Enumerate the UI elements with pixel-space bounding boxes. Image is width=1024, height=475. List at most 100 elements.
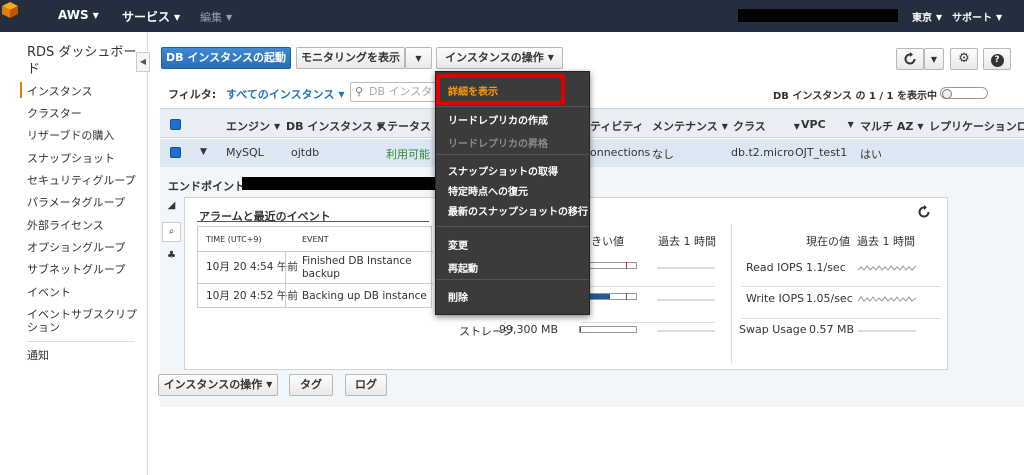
logs-button[interactable]: ログ [345,374,387,396]
col-status[interactable]: ステータス [376,118,431,134]
sidebar-item-events[interactable]: イベント [27,286,145,299]
events-divider [198,251,433,252]
sidebar-item-clusters[interactable]: クラスター [27,107,145,120]
panel-title-underline [197,221,429,222]
instance-count: DB インスタンス の 1 / 1 を表示中 [773,91,937,102]
sidebar-item-instances[interactable]: インスタンス [27,85,145,98]
search-placeholder: DB インスタ [369,85,433,98]
col-replication-role[interactable]: レプリケーションロ [929,118,1024,134]
cell-vpc: OJT_test1 [795,146,848,159]
chevron-left-icon: ◀ [139,57,147,66]
menu-item-modify[interactable]: 変更 [448,237,468,252]
write-iops-label: Write IOPS [746,292,805,305]
select-all-checkbox[interactable] [170,119,181,130]
col-db-instance[interactable]: DB インスタンス ▼ [286,118,383,134]
threshold-marker [626,293,627,300]
col-vpc[interactable]: VPC ▼ [801,118,854,131]
support-menu-label: サポート [952,13,992,24]
edit-menu[interactable]: 編集 ▼ [200,9,232,25]
menu-item-migrate-latest-snapshot[interactable]: 最新のスナップショットの移行 [448,203,588,218]
menu-item-delete[interactable]: 削除 [448,289,468,304]
sidebar-item-external-licenses[interactable]: 外部ライセンス [27,219,145,232]
refresh-options-dropdown[interactable]: ▼ [924,48,944,70]
sidebar-divider [27,341,135,342]
services-menu[interactable]: サービス ▼ [122,8,180,25]
col-class-label: クラス [733,120,766,133]
sidebar-item-option-groups[interactable]: オプショングループ [27,241,145,254]
swap-usage-label: Swap Usage [739,323,807,336]
sidebar-item-reserved-purchase[interactable]: リザーブドの購入 [27,129,145,142]
col-db-instance-label: DB インスタンス [286,120,373,133]
col-status-label: ステータス [376,120,431,133]
chevron-down-icon: ▼ [226,13,233,22]
monitoring-dropdown-button[interactable]: ▼ [405,47,432,69]
bottom-instance-actions-button[interactable]: インスタンスの操作 ▼ [158,374,278,396]
sidebar-item-parameter-groups[interactable]: パラメータグループ [27,196,145,209]
region-menu[interactable]: 東京 ▼ [912,9,942,24]
metrics-column-divider [731,224,732,364]
chart-view-tab[interactable]: ◢ [162,197,181,217]
refresh-icon [904,52,916,65]
filter-select[interactable]: すべてのインスタンス ▼ [226,86,345,102]
read-iops-label: Read IOPS [746,261,803,274]
chevron-down-icon: ▼ [547,53,554,62]
expand-row-icon[interactable]: ▼ [200,147,207,157]
metric-bar [585,293,637,300]
refresh-button[interactable] [896,48,924,70]
sidebar-item-snapshots[interactable]: スナップショット [27,152,145,165]
menu-divider [436,154,589,155]
menu-item-promote-read-replica: リードレプリカの昇格 [448,139,548,150]
aws-menu[interactable]: AWS ▼ [58,8,99,22]
menu-item-reboot[interactable]: 再起動 [448,260,478,275]
account-name-redacted[interactable] [738,9,898,22]
cell-db-instance[interactable]: ojtdb [291,146,319,159]
menu-item-create-read-replica[interactable]: リードレプリカの作成 [448,112,548,127]
instance-actions-menu: 詳細を表示 リードレプリカの作成 リードレプリカの昇格 スナップショットの取得 … [435,71,590,315]
col-class[interactable]: クラス ▼ [733,118,800,134]
chevron-down-icon: ▼ [415,54,422,63]
help-button[interactable]: ? [983,48,1011,70]
topology-view-tab[interactable]: ♣ [162,247,181,267]
hierarchy-icon: ♣ [167,250,176,261]
region-menu-label: 東京 [912,13,932,24]
col-multi-az[interactable]: マルチ AZ ▼ [860,118,923,134]
highlight-annotation-box [436,74,565,105]
sort-icon: ▼ [793,122,800,131]
menu-divider [436,279,589,280]
area-chart-icon: ◢ [167,200,176,211]
sidebar-item-security-groups[interactable]: セキュリティグループ [27,174,145,187]
show-monitoring-button[interactable]: モニタリングを表示 [296,47,405,69]
display-toggle[interactable] [940,87,988,99]
sidebar-item-subnet-groups[interactable]: サブネットグループ [27,263,145,276]
instance-actions-button[interactable]: インスタンスの操作 ▼ [436,47,563,69]
row-checkbox[interactable] [170,147,181,158]
sidebar-item-notifications[interactable]: 通知 [27,349,145,362]
filter-select-value: すべてのインスタンス [226,88,335,101]
refresh-icon[interactable] [917,205,931,219]
events-column-divider [285,251,286,308]
sort-icon: ▼ [721,122,728,131]
sidebar-item-event-subscriptions[interactable]: イベントサブスクリプション [27,308,139,334]
storage-value: 99,300 MB [499,323,559,336]
search-input[interactable]: ⚲ DB インスタ [350,82,440,102]
threshold-header: きい値 [591,235,624,248]
cell-status: 利用可能 [386,148,430,161]
launch-db-instance-button[interactable]: DB インスタンスの起動 [161,47,291,69]
sidebar-collapse-button[interactable]: ◀ [136,52,150,72]
table-row[interactable]: ▼ MySQL ojtdb 利用可能 onnections なし db.t2.m… [160,139,1024,167]
menu-item-take-snapshot[interactable]: スナップショットの取得 [448,163,558,178]
settings-button[interactable]: ⚙ [950,48,978,70]
tags-button[interactable]: タグ [289,374,333,396]
gear-icon: ⚙ [958,51,970,66]
col-engine[interactable]: エンジン ▼ [226,118,280,134]
menu-item-restore-to-point-in-time[interactable]: 特定時点への復元 [448,183,528,198]
support-menu[interactable]: サポート ▼ [952,9,1002,24]
sidebar-title[interactable]: RDS ダッシュボード [27,44,137,78]
col-activity[interactable]: ティビティ [590,118,644,134]
aws-cube-icon[interactable] [0,0,20,20]
chevron-down-icon: ▼ [174,13,181,22]
events-table: TIME (UTC+9) EVENT 10月 20 4:54 午前 Finish… [197,226,433,308]
col-maintenance[interactable]: メンテナンス ▼ [652,118,728,134]
aws-menu-label: AWS [58,8,89,22]
detail-view-tab[interactable]: ⌕ [162,222,181,242]
